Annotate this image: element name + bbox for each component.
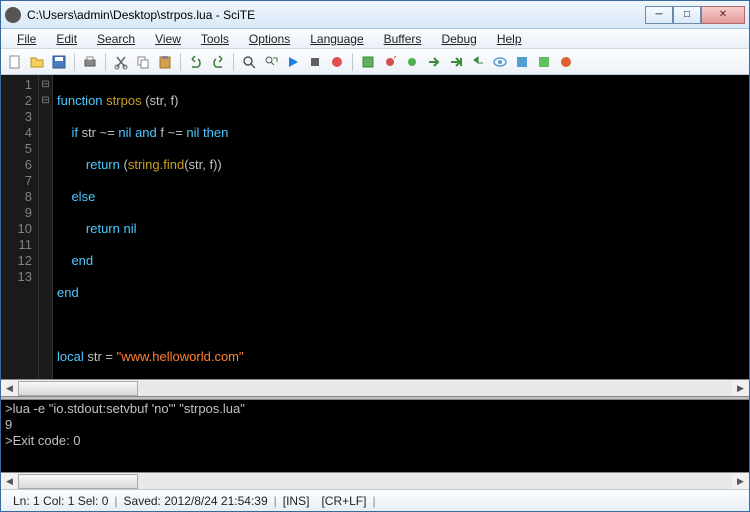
close-button[interactable]: ✕ [701,6,745,24]
scroll-left-icon[interactable]: ◀ [1,474,18,489]
stop-icon[interactable] [305,52,325,72]
maximize-button[interactable]: □ [673,6,701,24]
scroll-thumb[interactable] [18,381,138,396]
scroll-left-icon[interactable]: ◀ [1,381,18,396]
menu-language[interactable]: Language [300,30,373,48]
menu-tools[interactable]: Tools [191,30,239,48]
return-icon[interactable] [468,52,488,72]
new-file-icon[interactable] [5,52,25,72]
replace-icon[interactable] [261,52,281,72]
line-gutter: 12345678910111213 [1,75,39,379]
debug-over-icon[interactable] [402,52,422,72]
menu-help[interactable]: Help [487,30,532,48]
save-icon[interactable] [49,52,69,72]
run-icon[interactable] [283,52,303,72]
window-title: C:\Users\admin\Desktop\strpos.lua - SciT… [27,8,645,22]
record-icon[interactable] [556,52,576,72]
cut-icon[interactable] [111,52,131,72]
menu-options[interactable]: Options [239,30,300,48]
paste-icon[interactable] [155,52,175,72]
toolbar [1,49,749,75]
bookmark-icon[interactable] [534,52,554,72]
redo-icon[interactable] [208,52,228,72]
fold-minus-icon[interactable]: ⊟ [39,93,52,109]
menu-debug[interactable]: Debug [431,30,486,48]
menu-view[interactable]: View [145,30,191,48]
undo-icon[interactable] [186,52,206,72]
titlebar[interactable]: C:\Users\admin\Desktop\strpos.lua - SciT… [1,1,749,29]
continue-icon[interactable] [446,52,466,72]
code-text[interactable]: function strpos (str, f) if str ~= nil a… [53,75,749,379]
print-icon[interactable] [80,52,100,72]
find-icon[interactable] [239,52,259,72]
debug-icon[interactable] [327,52,347,72]
output-hscrollbar[interactable]: ◀ ▶ [1,472,749,489]
fold-minus-icon[interactable]: ⊟ [39,77,52,93]
scroll-right-icon[interactable]: ▶ [732,381,749,396]
scroll-thumb[interactable] [18,474,138,489]
watch-icon[interactable] [490,52,510,72]
menu-buffers[interactable]: Buffers [374,30,432,48]
copy-icon[interactable] [133,52,153,72]
minimize-button[interactable]: ─ [645,6,673,24]
fold-column[interactable]: ⊟⊟ [39,75,53,379]
output-pane[interactable]: >lua -e "io.stdout:setvbuf 'no'" "strpos… [1,400,749,472]
scroll-right-icon[interactable]: ▶ [732,474,749,489]
menubar: File Edit Search View Tools Options Lang… [1,29,749,49]
statusbar: Ln: 1 Col: 1 Sel: 0 | Saved: 2012/8/24 2… [1,489,749,511]
open-file-icon[interactable] [27,52,47,72]
app-window: C:\Users\admin\Desktop\strpos.lua - SciT… [0,0,750,512]
editor-area: 12345678910111213 ⊟⊟ function strpos (st… [1,75,749,489]
app-icon [5,7,21,23]
status-ins: [INS] [277,494,316,508]
menu-file[interactable]: File [7,30,46,48]
breakpoint-icon[interactable] [512,52,532,72]
next-icon[interactable] [424,52,444,72]
menu-search[interactable]: Search [87,30,145,48]
code-hscrollbar[interactable]: ◀ ▶ [1,379,749,396]
code-area[interactable]: 12345678910111213 ⊟⊟ function strpos (st… [1,75,749,379]
compile-icon[interactable] [358,52,378,72]
status-position: Ln: 1 Col: 1 Sel: 0 [7,494,114,508]
status-saved: Saved: 2012/8/24 21:54:39 [118,494,274,508]
status-eol: [CR+LF] [315,494,372,508]
debug-step-icon[interactable] [380,52,400,72]
menu-edit[interactable]: Edit [46,30,87,48]
